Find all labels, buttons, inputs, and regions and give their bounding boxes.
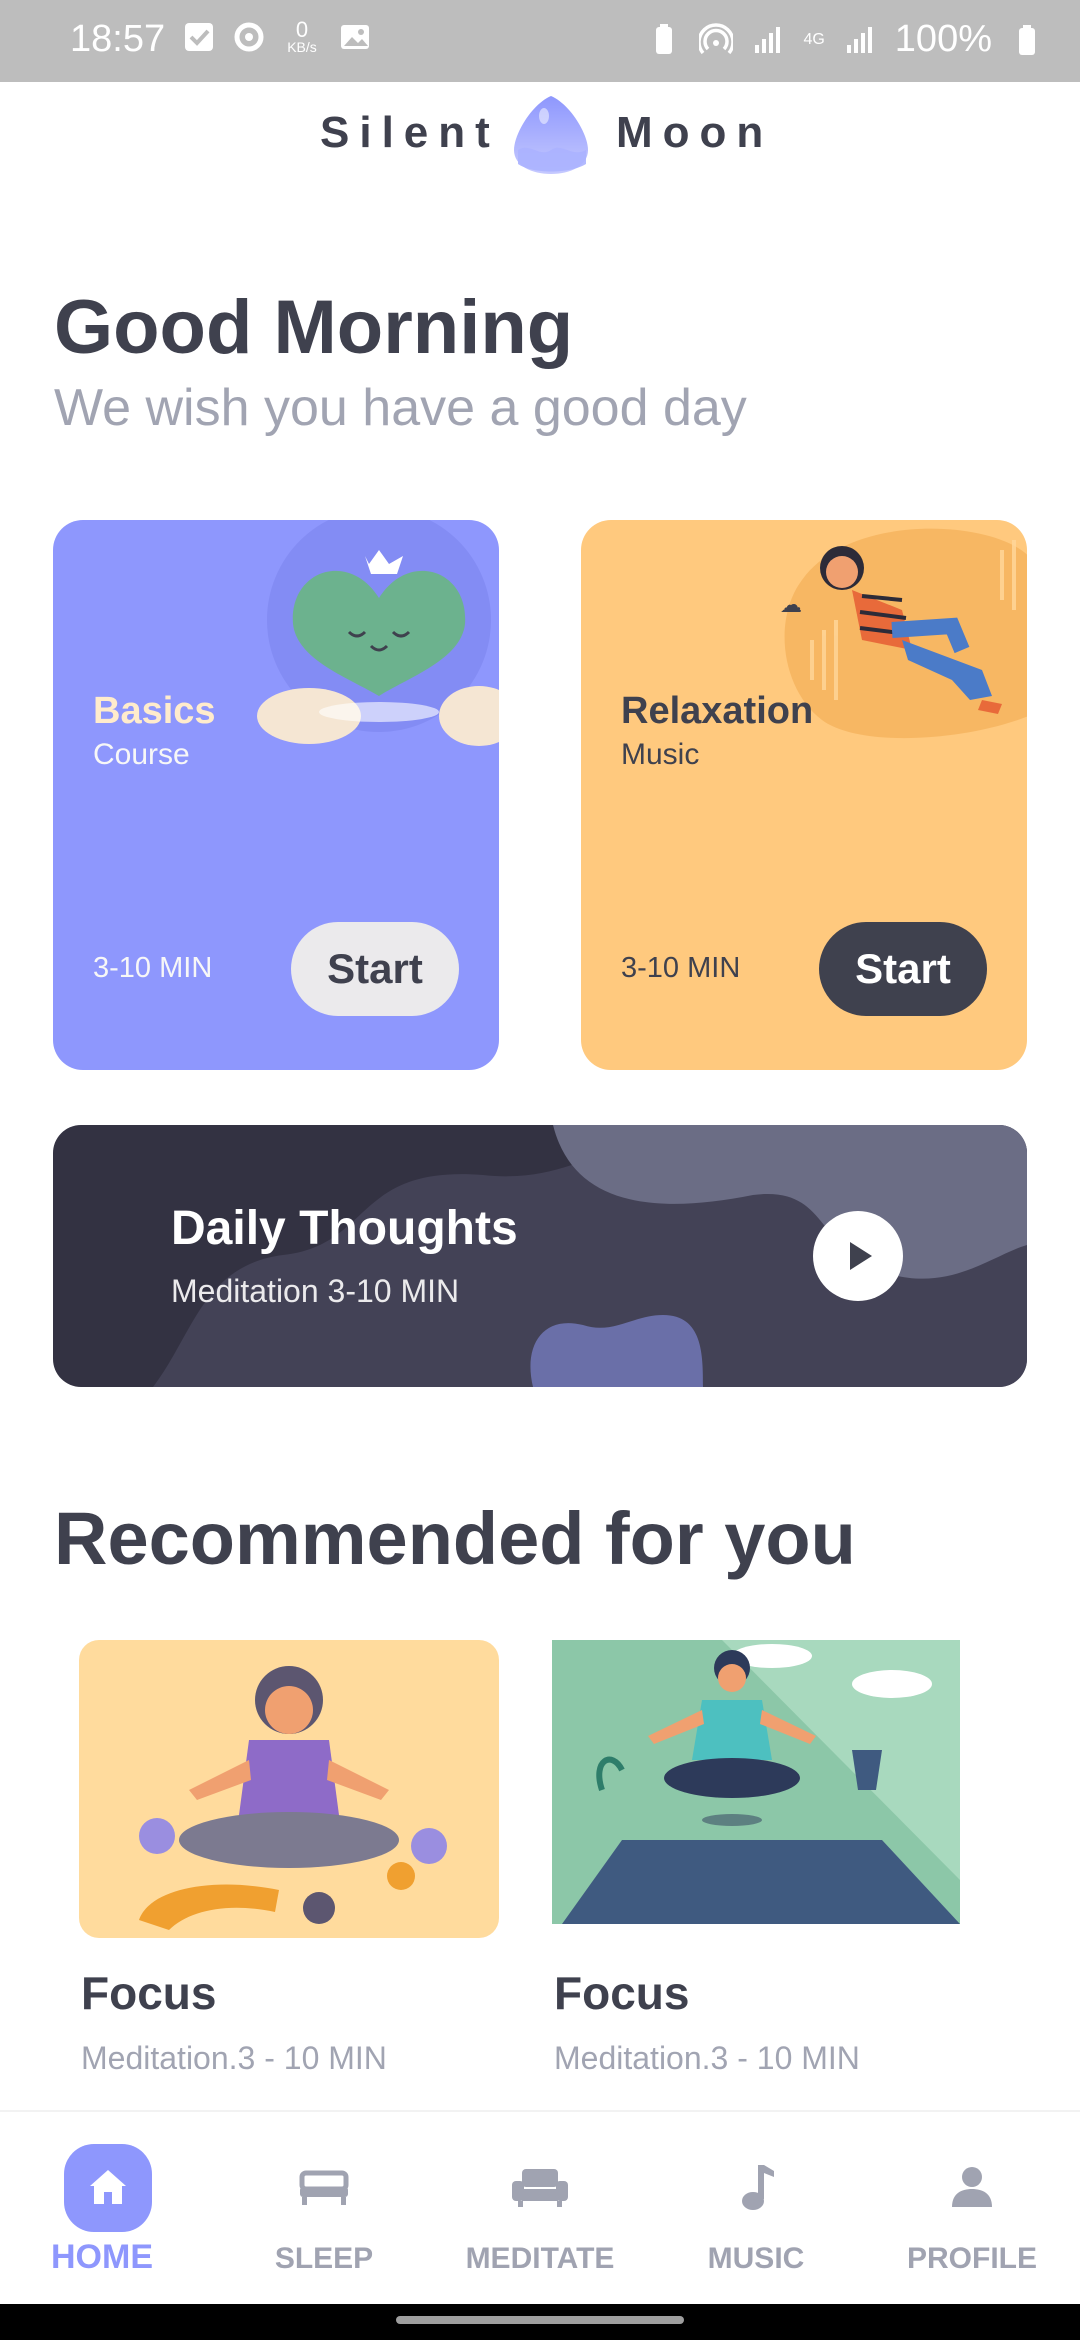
nav-item-profile[interactable]: PROFILE — [864, 2112, 1080, 2306]
nav-icon-container — [64, 2144, 152, 2232]
card-type: Course — [93, 738, 190, 771]
recommended-meta: Meditation.3 - 10 MIN — [554, 2040, 860, 2076]
battery-icon — [1019, 24, 1035, 55]
play-icon — [850, 1242, 872, 1270]
daily-thoughts-banner[interactable]: Daily Thoughts Meditation 3-10 MIN — [53, 1125, 1027, 1387]
person-icon — [952, 2167, 992, 2207]
recommended-item[interactable]: Focus Meditation.3 - 10 MIN — [79, 1640, 499, 2076]
status-system: 4G 100% — [647, 18, 1044, 61]
meditating-man-illustration — [552, 1640, 960, 1924]
brand-left: Silent — [320, 108, 500, 157]
svg-text:☁: ☁ — [780, 593, 802, 618]
relaxation-illustration: ☁ — [780, 528, 1027, 739]
bed-icon — [299, 2170, 349, 2205]
status-bar: 18:57 0 KB/s 4G 100% — [0, 0, 1080, 82]
network-type: 4G — [803, 30, 825, 48]
speed-unit: KB/s — [287, 39, 317, 55]
battery-saver-icon — [656, 23, 673, 54]
focus-thumbnail-1 — [79, 1640, 499, 1938]
sync-icon — [234, 22, 264, 52]
nav-label: SLEEP — [274, 2242, 374, 2275]
status-notifications: 0 KB/s — [182, 17, 372, 55]
card-title: Relaxation — [621, 690, 814, 732]
nav-item-home[interactable]: HOME — [0, 2112, 216, 2306]
focus-thumbnail-2 — [552, 1640, 960, 1924]
nav-label: HOME — [51, 2238, 153, 2276]
speed-value: 0 — [295, 17, 309, 42]
nav-item-music[interactable]: MUSIC — [648, 2112, 864, 2306]
nav-label: MEDITATE — [465, 2242, 615, 2275]
card-duration: 3-10 MIN — [621, 952, 741, 984]
battery-percent: 100% — [894, 18, 992, 60]
relaxation-music-card[interactable]: ☁ Relaxation Music 3-10 MIN Start — [581, 520, 1027, 1070]
greeting-subtitle: We wish you have a good day — [54, 379, 747, 437]
card-duration: 3-10 MIN — [93, 952, 213, 984]
basics-start-button[interactable]: Start — [291, 922, 459, 1016]
play-button[interactable] — [813, 1211, 903, 1301]
music-note-icon — [742, 2165, 774, 2210]
recommended-name: Focus — [81, 1967, 217, 2019]
relaxation-start-button[interactable]: Start — [819, 922, 987, 1016]
nav-item-sleep[interactable]: SLEEP — [216, 2112, 432, 2306]
nav-icon-container — [692, 2144, 820, 2230]
app-logo: Silent Moon — [0, 90, 1080, 180]
recommended-title: Recommended for you — [54, 1497, 856, 1580]
nav-label: PROFILE — [906, 2242, 1037, 2275]
meditating-woman-illustration — [79, 1640, 499, 1938]
nav-icon-container — [260, 2144, 388, 2230]
network-speed: 0 KB/s — [282, 17, 322, 55]
recommended-name: Focus — [554, 1967, 690, 2019]
brand-right: Moon — [616, 108, 774, 157]
nav-icon-container — [476, 2144, 604, 2230]
card-title: Basics — [93, 690, 216, 732]
hotspot-icon — [699, 22, 734, 54]
daily-subtitle: Meditation 3-10 MIN — [171, 1273, 460, 1309]
bottom-navigation: HOME SLEEP MEDITATE MUSIC PROFILE — [0, 2110, 1080, 2304]
nav-label: MUSIC — [707, 2242, 805, 2275]
nav-icon-container — [908, 2144, 1036, 2230]
signal-icon-2 — [846, 26, 872, 53]
home-indicator[interactable] — [396, 2316, 684, 2324]
nav-item-meditate[interactable]: MEDITATE — [432, 2112, 648, 2306]
recommended-item[interactable]: Focus Meditation.3 - 10 MIN — [552, 1640, 972, 2076]
status-time: 18:57 — [70, 18, 166, 60]
home-icon — [90, 2170, 126, 2204]
moon-logo-icon — [514, 96, 588, 174]
signal-icon — [755, 26, 781, 53]
recommended-meta: Meditation.3 - 10 MIN — [81, 2040, 387, 2076]
daily-title: Daily Thoughts — [171, 1202, 518, 1255]
basics-course-card[interactable]: Basics Course 3-10 MIN Start — [53, 520, 499, 1070]
basics-illustration — [257, 520, 499, 746]
greeting-title: Good Morning — [54, 285, 574, 370]
image-icon — [341, 25, 369, 49]
checkbox-icon — [185, 23, 213, 51]
sofa-icon — [512, 2169, 568, 2207]
card-type: Music — [621, 738, 700, 771]
